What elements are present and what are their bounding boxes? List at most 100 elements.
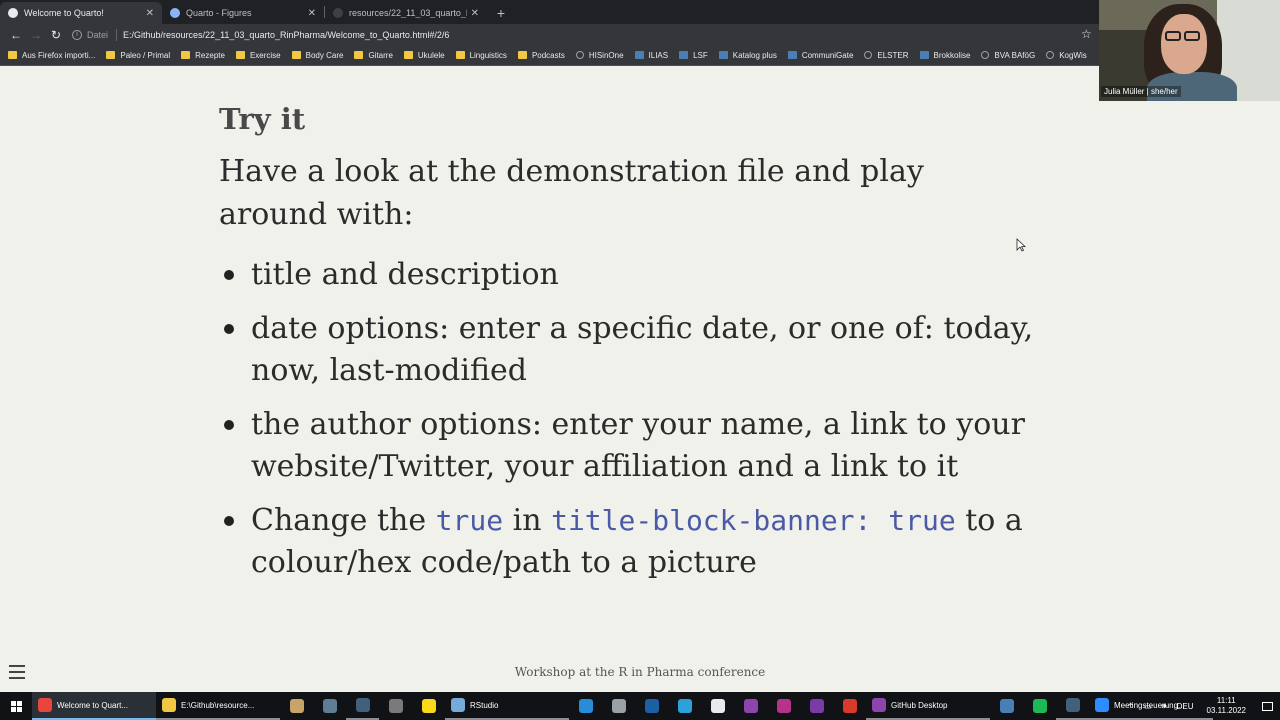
taskbar-app-button[interactable] [346,692,379,720]
taskbar-app-button[interactable] [734,692,767,720]
taskbar-app-button[interactable] [701,692,734,720]
bookmark-label: Brokkolise [933,50,971,60]
close-icon[interactable]: ✕ [471,8,479,19]
taskbar-app-button[interactable] [313,692,346,720]
app-icon [872,698,886,712]
app-icon [388,699,403,713]
bookmark-label: Ukulele [417,50,445,60]
browser-toolbar: ← → ↻ i Datei E:/Github/resources/22_11_… [0,24,1280,45]
taskbar-app-button[interactable] [602,692,635,720]
system-tray: ⌃ ▭ 🕪 DEU 11:11 03.11.2022 [1122,692,1280,720]
taskbar-app-label: Welcome to Quart... [57,700,128,710]
bookmark-item[interactable]: Linguistics [455,51,507,60]
bookmark-item[interactable]: Aus Firefox importi... [8,51,95,60]
taskbar-app-button[interactable] [569,692,602,720]
tab-quarto-figures[interactable]: Quarto - Figures ✕ [162,2,324,24]
tab-title: resources/22_11_03_quarto_RinPh [349,8,467,18]
close-icon[interactable]: ✕ [146,8,154,19]
bookmark-star-icon[interactable]: ☆ [1081,27,1092,41]
app-icon [743,699,758,713]
site-favicon-icon [679,51,689,59]
globe-icon [864,51,873,59]
url-text[interactable]: E:/Github/resources/22_11_03_quarto_RinP… [123,30,449,40]
taskbar-app-button[interactable]: GitHub Desktop [866,692,990,720]
bookmark-item[interactable]: BVA BAföG [981,51,1035,60]
clock-date: 03.11.2022 [1206,706,1246,715]
tab-resources[interactable]: resources/22_11_03_quarto_RinPh ✕ [325,2,487,24]
bookmark-label: Gitarre [368,50,393,60]
tray-language[interactable]: DEU [1177,702,1194,711]
windows-taskbar: Welcome to Quart... E:\Github\resource...… [0,692,1280,720]
app-icon [677,699,692,713]
notifications-icon[interactable] [1254,692,1280,720]
taskbar-app-button[interactable] [379,692,412,720]
url-divider [116,28,118,41]
chrome-globe-icon [8,8,18,18]
site-favicon-icon [919,51,929,59]
system-clock[interactable]: 11:11 03.11.2022 [1207,696,1246,716]
inline-code: true [435,504,504,537]
bookmark-item[interactable]: ILIAS [634,50,669,60]
list-item: title and description [219,254,1079,296]
info-icon[interactable]: i [72,29,82,40]
app-icon [289,699,304,713]
app-icon [1032,699,1047,713]
bookmark-label: ILIAS [648,50,669,60]
app-icon [842,699,857,713]
address-bar[interactable]: i Datei E:/Github/resources/22_11_03_qua… [72,26,1102,44]
reload-icon[interactable]: ↻ [46,26,66,44]
bookmark-item[interactable]: LSF [679,51,708,60]
bookmark-item[interactable]: Podcasts [517,51,565,60]
taskbar-app-button[interactable] [767,692,800,720]
volume-icon[interactable]: 🕪 [1162,701,1167,711]
forward-arrow-icon[interactable]: → [26,26,46,44]
taskbar-app-button[interactable]: RStudio [445,692,569,720]
bullet-list: title and description date options: ente… [219,254,1079,596]
taskbar-app-button[interactable] [833,692,866,720]
bookmark-item[interactable]: Katalog plus [718,50,777,60]
bookmark-item[interactable]: Gitarre [354,50,393,60]
bookmark-item[interactable]: Ukulele [403,50,445,60]
windows-start-button[interactable] [0,692,32,720]
taskbar-app-button[interactable] [635,692,668,720]
folder-icon [403,51,413,59]
bookmark-label: Rezepte [195,50,225,60]
taskbar-app-label: E:\Github\resource... [181,700,255,710]
tab-title: Welcome to Quarto! [24,8,104,18]
bookmark-item[interactable]: CommuniGate [787,51,853,60]
taskbar-app-button[interactable] [1056,692,1089,720]
network-icon[interactable]: ▭ [1144,702,1152,711]
bookmark-item[interactable]: Exercise [235,50,281,60]
bookmark-item[interactable]: Brokkolise [919,50,971,60]
app-icon [578,699,593,713]
close-icon[interactable]: ✕ [308,8,316,19]
taskbar-app-button[interactable] [1023,692,1056,720]
chevron-up-icon[interactable]: ⌃ [1127,702,1134,711]
presentation-slide: Try it Have a look at the demonstration … [0,66,1280,692]
bookmark-item[interactable]: ELSTER [864,51,909,60]
taskbar-app-button[interactable] [412,692,445,720]
taskbar-app-button[interactable] [800,692,833,720]
bookmark-item[interactable]: Paleo / Primal [106,51,170,60]
app-icon [421,699,436,713]
new-tab-button[interactable]: + [491,2,511,24]
taskbar-app-button[interactable] [280,692,313,720]
back-arrow-icon[interactable]: ← [6,26,26,44]
bookmark-label: KogWis [1059,50,1087,60]
bookmark-item[interactable]: Rezepte [181,51,225,60]
bookmark-item[interactable]: HISinOne [575,51,624,60]
taskbar-app-button[interactable]: Welcome to Quart... [32,692,156,720]
inline-code: title-block-banner: true [551,504,956,537]
bookmark-item[interactable]: KogWis [1046,51,1087,60]
browser-tab-strip: Welcome to Quarto! ✕ Quarto - Figures ✕ … [0,0,1280,24]
taskbar-app-button[interactable] [668,692,701,720]
bookmark-label: Exercise [249,50,281,60]
list-item: the author options: enter your name, a l… [219,404,1079,488]
tab-welcome-to-quarto[interactable]: Welcome to Quarto! ✕ [0,2,162,24]
folder-icon [235,51,245,59]
bookmark-label: Katalog plus [732,50,777,60]
bookmark-item[interactable]: Body Care [291,51,343,60]
taskbar-app-button[interactable] [990,692,1023,720]
taskbar-app-button[interactable]: E:\Github\resource... [156,692,280,720]
app-icon [809,699,824,713]
